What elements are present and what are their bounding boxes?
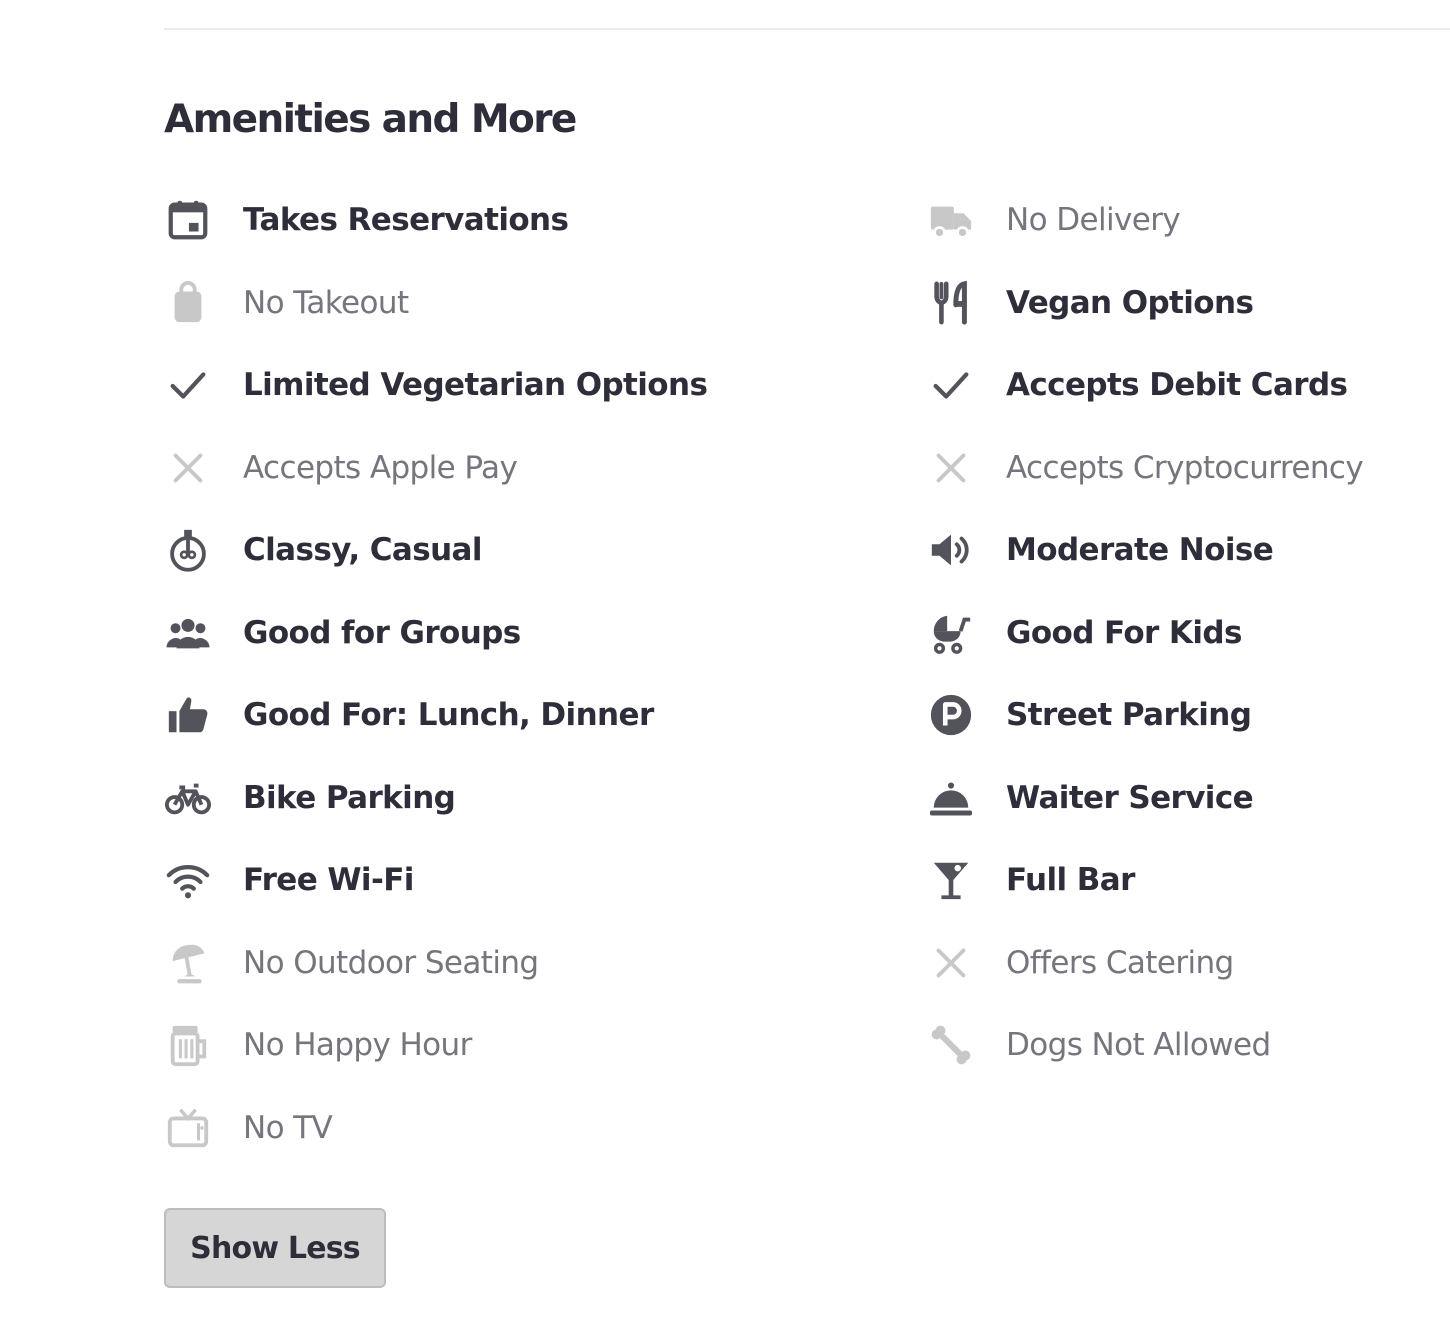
tv-icon bbox=[164, 1104, 212, 1152]
section-divider bbox=[164, 28, 1450, 30]
amenities-grid: Takes Reservations No Delivery No Takeout V… bbox=[164, 179, 1450, 1169]
bell-icon bbox=[164, 526, 212, 574]
amenity-label: Waiter Service bbox=[1006, 779, 1254, 816]
amenity-bike-parking: Bike Parking bbox=[164, 757, 927, 840]
amenity-moderate-noise: Moderate Noise bbox=[927, 509, 1450, 592]
amenity-street-parking: Street Parking bbox=[927, 674, 1450, 757]
amenity-label: Full Bar bbox=[1006, 862, 1135, 899]
amenity-label: Good For: Lunch, Dinner bbox=[243, 697, 654, 734]
cloche-icon bbox=[927, 774, 975, 822]
amenity-good-for-lunch-dinner: Good For: Lunch, Dinner bbox=[164, 674, 927, 757]
calendar-icon bbox=[164, 196, 212, 244]
amenity-label: Good For Kids bbox=[1006, 614, 1242, 651]
amenity-no-delivery: No Delivery bbox=[927, 179, 1450, 262]
amenity-label: Accepts Debit Cards bbox=[1006, 367, 1348, 404]
amenity-label: Takes Reservations bbox=[243, 202, 569, 239]
amenity-label: Bike Parking bbox=[243, 779, 456, 816]
amenity-label: Accepts Cryptocurrency bbox=[1006, 449, 1364, 486]
close-icon bbox=[927, 444, 975, 492]
amenity-label: No Outdoor Seating bbox=[243, 944, 539, 981]
amenity-label: Street Parking bbox=[1006, 697, 1252, 734]
amenity-accepts-apple-pay: Accepts Apple Pay bbox=[164, 427, 927, 510]
amenity-label: Limited Vegetarian Options bbox=[243, 367, 708, 404]
amenity-no-happy-hour: No Happy Hour bbox=[164, 1004, 927, 1087]
amenity-no-tv: No TV bbox=[164, 1087, 927, 1170]
speaker-icon bbox=[927, 526, 975, 574]
amenity-offers-catering: Offers Catering bbox=[927, 922, 1450, 1005]
thumbs-up-icon bbox=[164, 691, 212, 739]
checkmark-icon bbox=[164, 361, 212, 409]
amenity-label: Classy, Casual bbox=[243, 532, 483, 569]
show-less-button[interactable]: Show Less bbox=[164, 1208, 386, 1288]
wifi-icon bbox=[164, 856, 212, 904]
parking-icon bbox=[927, 691, 975, 739]
close-icon bbox=[927, 939, 975, 987]
amenity-waiter-service: Waiter Service bbox=[927, 757, 1450, 840]
amenity-label: No TV bbox=[243, 1109, 333, 1146]
amenity-accepts-debit-cards: Accepts Debit Cards bbox=[927, 344, 1450, 427]
stroller-icon bbox=[927, 609, 975, 657]
beer-mug-icon bbox=[164, 1021, 212, 1069]
amenity-no-outdoor-seating: No Outdoor Seating bbox=[164, 922, 927, 1005]
amenity-label: Accepts Apple Pay bbox=[243, 449, 518, 486]
cocktail-icon bbox=[927, 856, 975, 904]
section-title: Amenities and More bbox=[164, 97, 577, 142]
amenity-label: No Delivery bbox=[1006, 202, 1181, 239]
amenity-label: Dogs Not Allowed bbox=[1006, 1027, 1271, 1064]
fork-knife-icon bbox=[927, 279, 975, 327]
empty-cell bbox=[927, 1087, 1450, 1170]
amenity-label: Vegan Options bbox=[1006, 284, 1254, 321]
amenity-takes-reservations: Takes Reservations bbox=[164, 179, 927, 262]
bicycle-icon bbox=[164, 774, 212, 822]
amenity-label: Moderate Noise bbox=[1006, 532, 1274, 569]
amenity-no-takeout: No Takeout bbox=[164, 262, 927, 345]
amenity-classy-casual: Classy, Casual bbox=[164, 509, 927, 592]
shopping-bag-icon bbox=[164, 279, 212, 327]
amenity-label: Offers Catering bbox=[1006, 944, 1234, 981]
amenity-vegan-options: Vegan Options bbox=[927, 262, 1450, 345]
dog-bone-icon bbox=[927, 1021, 975, 1069]
amenity-label: Free Wi-Fi bbox=[243, 862, 414, 899]
amenity-dogs-not-allowed: Dogs Not Allowed bbox=[927, 1004, 1450, 1087]
amenity-free-wi-fi: Free Wi-Fi bbox=[164, 839, 927, 922]
amenity-good-for-groups: Good for Groups bbox=[164, 592, 927, 675]
amenity-label: No Happy Hour bbox=[243, 1027, 472, 1064]
delivery-truck-icon bbox=[927, 196, 975, 244]
close-icon bbox=[164, 444, 212, 492]
amenity-full-bar: Full Bar bbox=[927, 839, 1450, 922]
amenity-limited-vegetarian-options: Limited Vegetarian Options bbox=[164, 344, 927, 427]
amenity-good-for-kids: Good For Kids bbox=[927, 592, 1450, 675]
umbrella-icon bbox=[164, 939, 212, 987]
amenity-label: Good for Groups bbox=[243, 614, 521, 651]
amenity-label: No Takeout bbox=[243, 284, 409, 321]
amenity-accepts-cryptocurrency: Accepts Cryptocurrency bbox=[927, 427, 1450, 510]
checkmark-icon bbox=[927, 361, 975, 409]
group-icon bbox=[164, 609, 212, 657]
